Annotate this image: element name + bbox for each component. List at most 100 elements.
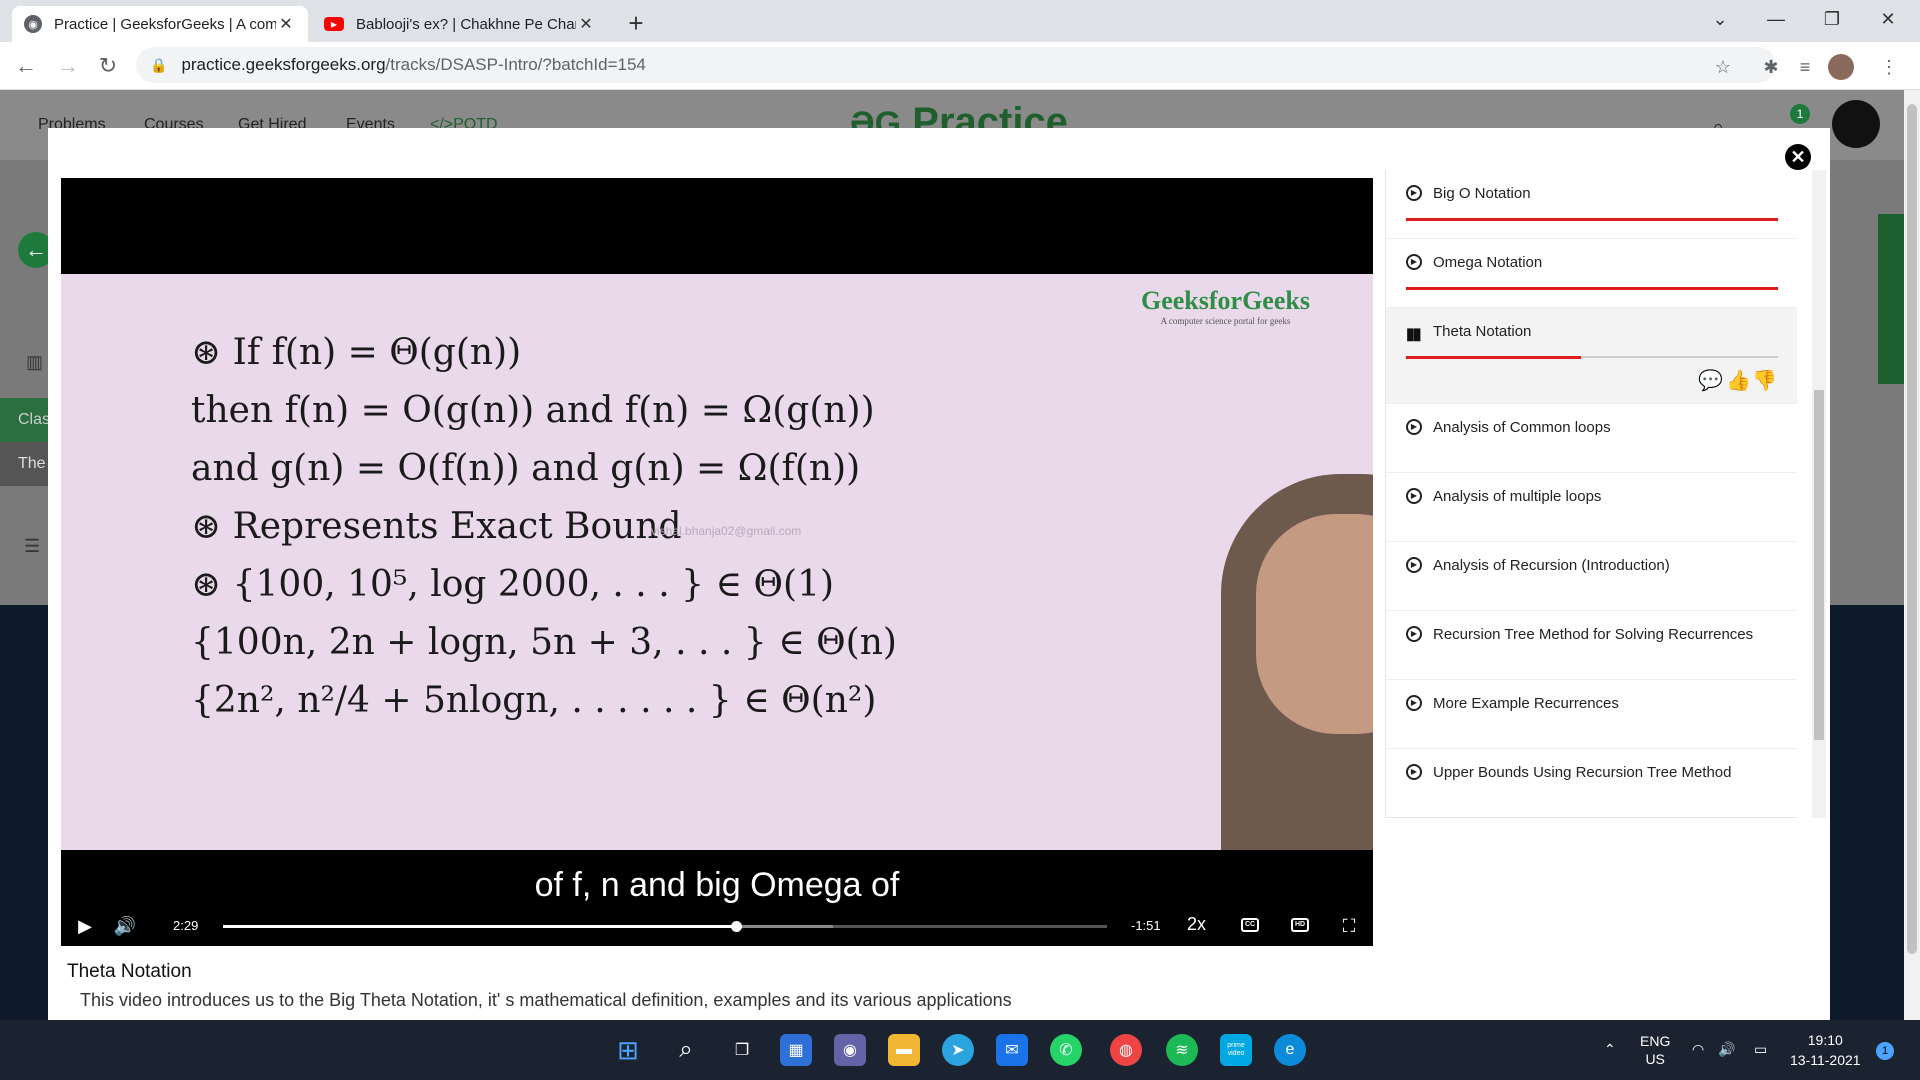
kebab-menu-icon[interactable]: ⋮ (1876, 54, 1902, 80)
remaining-time: -1:51 (1131, 918, 1161, 933)
restore-button[interactable]: ❐ (1804, 0, 1860, 38)
forward-arrow-icon[interactable]: → (52, 50, 84, 82)
notification-badge: 1 (1790, 104, 1810, 124)
play-circle-icon: ▶ (1406, 695, 1422, 711)
chrome-icon[interactable]: ◍ (1110, 1034, 1142, 1066)
wifi-icon[interactable]: ◠ (1692, 1040, 1704, 1058)
lang-line1: ENG (1640, 1033, 1671, 1049)
notification-center-badge[interactable]: 1 (1876, 1042, 1894, 1060)
tab-title: Bablooji's ex? | Chakhne Pe Charc (356, 15, 576, 33)
playlist-item-label: Upper Bounds Using Recursion Tree Method (1433, 764, 1732, 781)
scrollbar-thumb[interactable] (1907, 104, 1917, 954)
play-circle-icon: ▶ (1406, 185, 1422, 201)
hd-quality-icon[interactable]: HD (1291, 918, 1309, 932)
widgets-icon[interactable]: ▦ (780, 1034, 812, 1066)
tray-chevron-icon[interactable]: ⌃ (1604, 1040, 1616, 1058)
back-arrow-icon[interactable]: ← (10, 50, 42, 82)
scrollbar-thumb[interactable] (1814, 390, 1824, 740)
mail-icon[interactable]: ✉ (996, 1034, 1028, 1066)
presenter-face (1256, 514, 1373, 734)
lang-line2: US (1645, 1051, 1665, 1067)
task-view-icon[interactable]: ❐ (726, 1034, 758, 1066)
extensions-puzzle-icon[interactable]: ✱ (1758, 54, 1784, 80)
pause-icon: ▮▮ (1406, 326, 1422, 343)
search-icon[interactable]: ⌕ (670, 1034, 702, 1066)
spotify-icon[interactable]: ≋ (1166, 1034, 1198, 1066)
fullscreen-icon[interactable]: ⛶ (1335, 912, 1363, 940)
telegram-icon[interactable]: ➤ (942, 1034, 974, 1066)
thumbs-down-icon[interactable]: 👎 (1752, 368, 1777, 393)
seek-knob[interactable] (730, 921, 742, 932)
playlist-item-more-recurrences[interactable]: ▶ More Example Recurrences (1386, 680, 1797, 749)
video-frame[interactable]: GeeksforGeeks A computer science portal f… (61, 274, 1373, 850)
minimize-button[interactable]: — (1748, 0, 1804, 38)
playlist-item-theta[interactable]: ▮▮ Theta Notation 💬 👍 👎 (1386, 308, 1797, 404)
playlist-item-upper-bounds[interactable]: ▶ Upper Bounds Using Recursion Tree Meth… (1386, 749, 1797, 817)
close-tab-icon[interactable]: ✕ (276, 14, 296, 34)
thumbs-up-icon[interactable]: 👍 (1726, 368, 1751, 393)
file-explorer-icon[interactable]: ▬ (888, 1034, 920, 1066)
reload-icon[interactable]: ↻ (92, 50, 124, 82)
media-queue-icon[interactable]: ≡ (1792, 54, 1818, 80)
list-icon[interactable]: ☰ (24, 536, 40, 557)
playlist-item-common-loops[interactable]: ▶ Analysis of Common loops (1386, 404, 1797, 473)
video-player[interactable]: GeeksforGeeks A computer science portal f… (61, 178, 1373, 946)
live-batches-tab[interactable] (1878, 214, 1904, 384)
clock-date: 13-11-2021 (1790, 1052, 1861, 1068)
playlist-item-multiple-loops[interactable]: ▶ Analysis of multiple loops (1386, 473, 1797, 542)
playlist-item-big-o[interactable]: ▶ Big O Notation (1386, 170, 1797, 239)
volume-icon[interactable]: 🔊 (111, 912, 139, 940)
playlist-item-label: Analysis of Recursion (Introduction) (1433, 557, 1670, 574)
playlist-scrollbar[interactable] (1812, 170, 1826, 818)
play-icon[interactable]: ▶ (71, 912, 99, 940)
play-circle-icon: ▶ (1406, 488, 1422, 504)
close-tab-icon[interactable]: ✕ (576, 14, 596, 34)
watched-progress-bar (1406, 287, 1778, 290)
playlist-item-recursion-intro[interactable]: ▶ Analysis of Recursion (Introduction) (1386, 542, 1797, 611)
edge-icon[interactable]: e (1274, 1034, 1306, 1066)
tab-youtube[interactable]: ▶ Bablooji's ex? | Chakhne Pe Charc ✕ (312, 6, 608, 42)
book-icon: ▥ (26, 352, 44, 372)
comment-icon[interactable]: 💬 (1698, 368, 1723, 393)
bookmark-star-icon[interactable]: ☆ (1710, 54, 1736, 80)
windows-start-icon[interactable]: ⊞ (612, 1034, 644, 1066)
close-modal-icon[interactable]: ✕ (1785, 144, 1811, 170)
address-bar[interactable]: 🔒 practice.geeksforgeeks.org/tracks/DSAS… (136, 47, 1776, 83)
sidebar-theory-tab[interactable]: The (0, 442, 48, 486)
board-line: then f(n) = O(g(n)) and f(n) = Ω(g(n)) (191, 390, 875, 431)
taskbar-clock[interactable]: 19:10 13-11-2021 (1790, 1030, 1861, 1070)
playlist-item-recursion-tree[interactable]: ▶ Recursion Tree Method for Solving Recu… (1386, 611, 1797, 680)
page-scrollbar[interactable] (1904, 90, 1920, 1020)
board-logo-text: GeeksforGeeks (1141, 286, 1310, 315)
video-title: Theta Notation (67, 961, 192, 982)
video-description: This video introduces us to the Big Thet… (80, 990, 1012, 1010)
new-tab-button[interactable]: + (620, 8, 652, 40)
playlist-item-label: Big O Notation (1433, 185, 1531, 202)
sidebar-class-tab[interactable]: Clas (0, 398, 50, 442)
teams-chat-icon[interactable]: ◉ (834, 1034, 866, 1066)
playback-speed-button[interactable]: 2x (1187, 914, 1206, 935)
url-path: /tracks/DSASP-Intro/?batchId=154 (385, 55, 646, 74)
language-indicator[interactable]: ENG US (1640, 1032, 1670, 1068)
board-line: ⊛ {100, 10⁵, log 2000, . . . } ∈ Θ(1) (191, 564, 835, 605)
tab-practice-geeksforgeeks[interactable]: ◉ Practice | GeeksforGeeks | A com ✕ (12, 6, 308, 42)
watched-progress-bar (1406, 356, 1581, 359)
whatsapp-icon[interactable]: ✆ (1050, 1034, 1082, 1066)
browser-tab-strip: ◉ Practice | GeeksforGeeks | A com ✕ ▶ B… (0, 0, 1920, 42)
playlist-item-label: Analysis of Common loops (1433, 419, 1611, 436)
prime-video-icon[interactable]: prime video (1220, 1034, 1252, 1066)
tab-search-chevron-icon[interactable]: ⌄ (1692, 0, 1748, 38)
battery-icon[interactable]: ▭ (1754, 1040, 1767, 1058)
close-window-button[interactable]: ✕ (1860, 0, 1916, 38)
board-line: {100n, 2n + logn, 5n + 3, . . . } ∈ Θ(n) (191, 622, 897, 663)
user-avatar[interactable] (1832, 100, 1880, 148)
captions-icon[interactable]: CC (1241, 918, 1259, 932)
play-circle-icon: ▶ (1406, 419, 1422, 435)
play-circle-icon: ▶ (1406, 557, 1422, 573)
profile-avatar[interactable] (1828, 54, 1854, 80)
windows-taskbar: ⊞ ⌕ ❐ ▦ ◉ ▬ ➤ ✉ ✆ ◍ ≋ prime video e ⌃ EN… (0, 1020, 1920, 1080)
played-bar (223, 925, 736, 928)
seek-bar[interactable] (223, 921, 1107, 932)
playlist-item-omega[interactable]: ▶ Omega Notation (1386, 239, 1797, 308)
volume-icon[interactable]: 🔊 (1718, 1040, 1735, 1058)
